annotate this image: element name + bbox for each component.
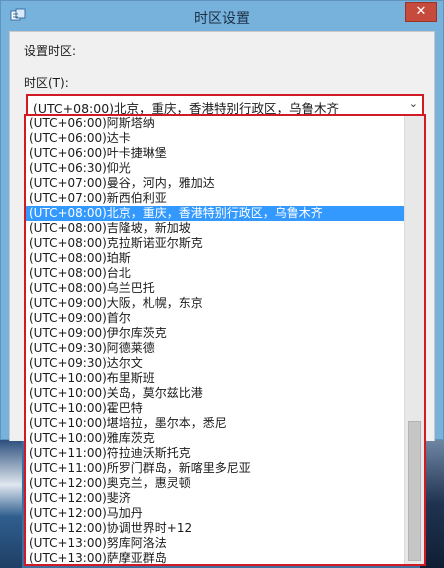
timezone-option[interactable]: (UTC+08:00)台北 [26,266,404,281]
timezone-option[interactable]: (UTC+12:00)马加丹 [26,506,404,521]
timezone-option[interactable]: (UTC+08:00)乌兰巴托 [26,281,404,296]
timezone-option[interactable]: (UTC+06:00)叶卡捷琳堡 [26,146,404,161]
timezone-option[interactable]: (UTC+08:00)珀斯 [26,251,404,266]
timezone-option[interactable]: (UTC+06:00)阿斯塔纳 [26,116,404,131]
timezone-field-label: 时区(T): [24,76,69,90]
timezone-dropdown-list[interactable]: (UTC+06:00)阿斯塔纳 (UTC+06:00)达卡 (UTC+06:00)叶… [24,114,426,566]
timezone-option[interactable]: (UTC+09:00)伊尔库茨克 [26,326,404,341]
title-bar[interactable]: 时区设置 ✕ [1,1,443,31]
close-icon: ✕ [415,4,427,19]
timezone-options: (UTC+06:00)阿斯塔纳 (UTC+06:00)达卡 (UTC+06:00)叶… [26,116,404,564]
timezone-option[interactable]: (UTC+13:00)努库阿洛法 [26,536,404,551]
timezone-option[interactable]: (UTC+07:00)曼谷，河内，雅加达 [26,176,404,191]
timezone-option[interactable]: (UTC+06:00)达卡 [26,131,404,146]
timezone-option[interactable]: (UTC+12:00)斐济 [26,491,404,506]
timezone-option[interactable]: (UTC+10:00)雅库茨克 [26,431,404,446]
timezone-select[interactable]: (UTC+08:00)北京，重庆，香港特别行政区，乌鲁木齐 ⌄ [26,94,424,116]
timezone-option[interactable]: (UTC+09:00)大阪，札幌，东京 [26,296,404,311]
timezone-option[interactable]: (UTC+11:00)符拉迪沃斯托克 [26,446,404,461]
scrollbar-thumb[interactable] [408,421,421,561]
timezone-option[interactable]: (UTC+10:00)霍巴特 [26,401,404,416]
set-timezone-label: 设置时区: [24,44,77,58]
timezone-option[interactable]: (UTC+09:30)达尔文 [26,356,404,371]
timezone-option[interactable]: (UTC+11:00)所罗门群岛，新喀里多尼亚 [26,461,404,476]
timezone-option[interactable]: (UTC+08:00)吉隆坡，新加坡 [26,221,404,236]
window-title: 时区设置 [194,11,250,27]
close-button[interactable]: ✕ [405,2,437,22]
timezone-option[interactable]: (UTC+08:00)克拉斯诺亚尔斯克 [26,236,404,251]
timezone-option[interactable]: (UTC+10:00)布里斯班 [26,371,404,386]
timezone-option[interactable]: (UTC+10:00)关岛，莫尔兹比港 [26,386,404,401]
timezone-option[interactable]: (UTC+10:00)堪培拉，墨尔本，悉尼 [26,416,404,431]
timezone-option-selected[interactable]: (UTC+08:00)北京，重庆，香港特别行政区，乌鲁木齐 [26,206,404,221]
chevron-down-icon: ⌄ [408,97,418,110]
timezone-option[interactable]: (UTC+09:00)首尔 [26,311,404,326]
timezone-option[interactable]: (UTC+07:00)新西伯利亚 [26,191,404,206]
desktop-background [0,440,22,568]
timezone-option[interactable]: (UTC+12:00)协调世界时+12 [26,521,404,536]
timezone-option[interactable]: (UTC+09:30)阿德莱德 [26,341,404,356]
timezone-option[interactable]: (UTC+12:00)奥克兰，惠灵顿 [26,476,404,491]
dropdown-scrollbar[interactable] [404,116,424,564]
timezone-option[interactable]: (UTC+13:00)萨摩亚群岛 [26,551,404,564]
timezone-option[interactable]: (UTC+06:30)仰光 [26,161,404,176]
